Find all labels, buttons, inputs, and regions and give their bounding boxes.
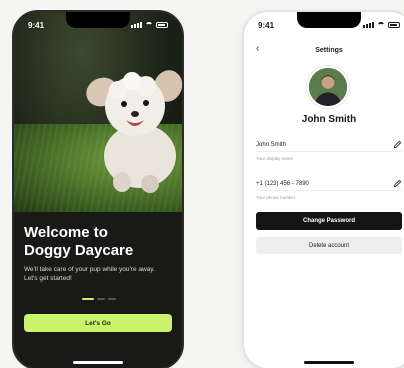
pencil-icon[interactable]: [393, 140, 402, 149]
status-time: 9:41: [258, 20, 275, 30]
page-title: Settings: [315, 46, 343, 54]
back-chevron-icon[interactable]: ‹: [256, 43, 259, 54]
phone-number-field[interactable]: +1 (123) 456 - 7890: [256, 177, 402, 191]
pager-dot[interactable]: [97, 297, 105, 300]
avatar[interactable]: [307, 66, 349, 108]
display-name-hint: Your display name: [256, 156, 293, 161]
hero-image: [14, 12, 182, 212]
profile-name: John Smith: [301, 114, 357, 125]
signal-icon: [363, 22, 374, 28]
pencil-icon[interactable]: [393, 179, 402, 188]
signal-icon: [131, 22, 142, 28]
wifi-icon: [377, 22, 385, 28]
lets-go-button[interactable]: Let's Go: [24, 314, 172, 332]
home-indicator: [73, 361, 123, 364]
home-indicator: [304, 361, 354, 364]
status-time: 9:41: [28, 20, 45, 30]
pager-dot[interactable]: [108, 297, 116, 300]
display-name-field[interactable]: John Smith: [256, 138, 402, 152]
display-name-value[interactable]: John Smith: [256, 142, 286, 148]
welcome-title: Welcome to Doggy Daycare: [24, 224, 134, 259]
status-icons: [363, 22, 400, 28]
status-icons: [131, 22, 168, 28]
pager-dot[interactable]: [82, 297, 94, 300]
pager-dots: [82, 297, 172, 300]
phone-notch: [297, 12, 361, 28]
battery-icon: [156, 22, 168, 28]
delete-account-button[interactable]: Delete account: [256, 237, 402, 254]
settings-phone: 9:41 ‹ Settings John Smith John Smith Yo…: [242, 10, 404, 368]
welcome-subtitle: We'll take care of your pup while you're…: [24, 266, 155, 282]
phone-number-value[interactable]: +1 (123) 456 - 7890: [256, 181, 309, 187]
wifi-icon: [145, 22, 153, 28]
battery-icon: [388, 22, 400, 28]
change-password-button[interactable]: Change Password: [256, 212, 402, 230]
settings-header: ‹ Settings: [244, 42, 404, 58]
dog-illustration: [86, 70, 182, 193]
avatar-photo: [309, 68, 347, 106]
onboarding-phone: 9:41 Welcome to Doggy Daycare We'll take…: [12, 10, 184, 368]
phone-notch: [66, 12, 130, 28]
phone-number-hint: Your phone number: [256, 195, 296, 200]
onboarding-panel: Welcome to Doggy Daycare We'll take care…: [14, 212, 182, 368]
